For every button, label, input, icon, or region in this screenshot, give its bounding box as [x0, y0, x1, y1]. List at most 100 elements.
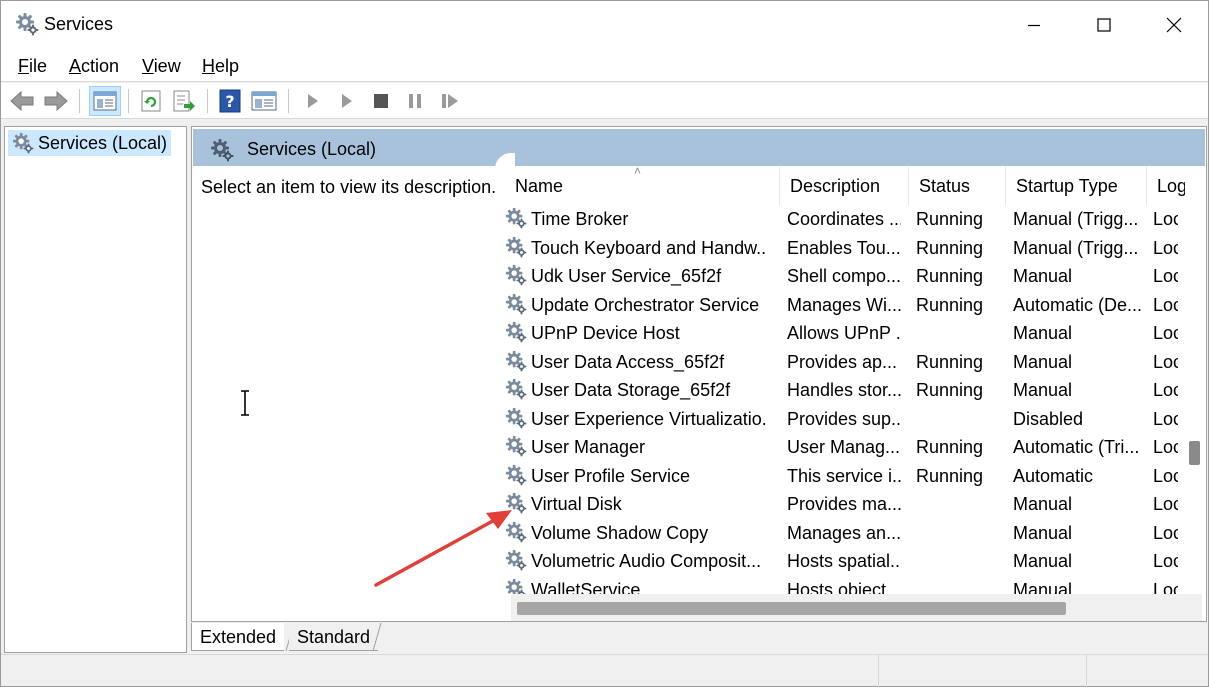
- column-header-status[interactable]: Status: [910, 167, 1006, 205]
- table-row[interactable]: User Data Access_65f2f Provides ap... Runn…: [498, 348, 1178, 377]
- service-name: Udk User Service_65f2f: [531, 266, 722, 286]
- export-list-icon: [173, 90, 195, 112]
- show-hide-console-tree-icon: [93, 91, 117, 111]
- service-gear-icon: [505, 378, 527, 405]
- toolbar-separator: [288, 89, 289, 113]
- column-header-description[interactable]: Description: [781, 167, 909, 205]
- table-row[interactable]: Volumetric Audio Composit... Hosts spatia…: [498, 547, 1178, 576]
- pause-service-button[interactable]: [402, 88, 428, 114]
- service-startup-type: Manual: [1013, 351, 1073, 372]
- menu-action-label: ction: [81, 56, 120, 76]
- table-row[interactable]: Virtual Disk Provides ma... Manual Loc: [498, 490, 1178, 519]
- help-button[interactable]: ?: [217, 88, 243, 114]
- service-description: Provides sup...: [787, 408, 901, 429]
- service-log-on-as: Loc: [1153, 209, 1178, 229]
- start-service-alt-button[interactable]: [334, 88, 360, 114]
- service-description: Hosts spatial...: [787, 551, 901, 571]
- maximize-icon: [1097, 18, 1111, 32]
- menu-action-accel: A: [69, 56, 82, 76]
- status-separator: [878, 655, 879, 687]
- service-description: Provides ap...: [787, 351, 898, 372]
- service-startup-type: Manual: [1013, 323, 1073, 343]
- table-row[interactable]: User Data Storage_65f2f Handles stor... Ru…: [498, 376, 1178, 405]
- start-service-button[interactable]: [300, 88, 326, 114]
- service-startup-type: Automatic (Tri...: [1013, 437, 1140, 457]
- maximize-button[interactable]: [1069, 1, 1139, 49]
- table-row[interactable]: User Experience Virtualizatio... Provides…: [498, 405, 1178, 434]
- vertical-scrollbar[interactable]: [1185, 167, 1202, 594]
- forward-icon: [44, 90, 68, 112]
- services-gear-icon: [210, 138, 234, 167]
- annotation-arrow-icon: [374, 510, 512, 587]
- menu-view-label: iew: [153, 56, 181, 76]
- service-gear-icon: [505, 435, 527, 462]
- service-status: Running: [916, 465, 984, 486]
- table-row[interactable]: Update Orchestrator Service Manages Wi...…: [498, 291, 1178, 320]
- menu-help[interactable]: Help: [202, 56, 239, 77]
- minimize-button[interactable]: [999, 1, 1069, 49]
- service-name: Volume Shadow Copy: [531, 522, 709, 543]
- title-bar: Services: [1, 1, 1208, 49]
- status-separator: [1086, 655, 1087, 687]
- tab-extended[interactable]: Extended: [191, 623, 285, 651]
- table-row[interactable]: Touch Keyboard and Handw... Enables Tou..…: [498, 234, 1178, 263]
- service-gear-icon: [505, 264, 527, 291]
- services-gear-icon: [15, 12, 39, 36]
- service-description: Coordinates ...: [787, 209, 901, 229]
- view-tabs: Extended Standard: [191, 623, 1207, 651]
- horizontal-scroll-thumb[interactable]: [517, 602, 1066, 615]
- column-header-startup-type[interactable]: Startup Type: [1007, 167, 1147, 205]
- column-header-log-on-as[interactable]: Log: [1148, 167, 1188, 205]
- description-prompt: Select an item to view its description.: [201, 177, 497, 197]
- service-status: Running: [916, 266, 984, 286]
- close-button[interactable]: [1139, 1, 1209, 49]
- close-icon: [1166, 17, 1182, 33]
- start-service-icon: [308, 94, 318, 108]
- menu-action[interactable]: Action: [69, 56, 119, 77]
- service-gear-icon: [505, 464, 527, 491]
- service-startup-type: Automatic (De...: [1013, 294, 1141, 315]
- service-gear-icon: [505, 407, 527, 434]
- vertical-scroll-thumb[interactable]: [1189, 441, 1200, 466]
- service-startup-type: Manual: [1013, 266, 1073, 286]
- forward-button[interactable]: [43, 88, 69, 114]
- toolbar-separator: [207, 89, 208, 113]
- horizontal-scrollbar[interactable]: [511, 594, 1185, 621]
- service-description: Enables Tou...: [787, 237, 901, 258]
- properties-button[interactable]: [251, 88, 277, 114]
- table-row[interactable]: User Manager User Manag... Running Automati…: [498, 433, 1178, 462]
- tree-item-services-local[interactable]: Services (Local): [8, 130, 172, 156]
- service-description: Manages Wi...: [787, 294, 901, 315]
- table-row[interactable]: User Profile Service This service i... Run…: [498, 462, 1178, 491]
- pause-service-icon: [409, 94, 421, 108]
- tab-standard[interactable]: Standard: [289, 623, 379, 651]
- table-row[interactable]: Time Broker Coordinates ... Running Manual …: [498, 205, 1178, 234]
- menu-view-accel: V: [142, 56, 154, 76]
- back-button[interactable]: [9, 88, 35, 114]
- column-header-name[interactable]: ˄ Name: [506, 167, 780, 205]
- stop-service-button[interactable]: [368, 88, 394, 114]
- refresh-icon: [141, 90, 161, 112]
- menu-view[interactable]: View: [142, 56, 181, 77]
- table-row[interactable]: Udk User Service_65f2f Shell compo... Runn…: [498, 262, 1178, 291]
- table-row[interactable]: Volume Shadow Copy Manages an... Manual Loc: [498, 519, 1178, 548]
- service-name: Touch Keyboard and Handw...: [531, 237, 767, 258]
- toolbar-separator: [79, 89, 80, 113]
- menu-file[interactable]: File: [18, 56, 47, 77]
- service-log-on-as: Loc: [1153, 522, 1178, 543]
- table-row[interactable]: UPnP Device Host Allows UPnP ... Manual Loc: [498, 319, 1178, 348]
- service-status: Running: [916, 437, 984, 457]
- service-description: Allows UPnP ...: [787, 323, 901, 343]
- service-name: Virtual Disk: [531, 494, 622, 514]
- toolbar: ?: [1, 83, 1208, 119]
- service-log-on-as: Loc: [1153, 294, 1178, 315]
- service-status: [916, 490, 1000, 518]
- services-list: ˄ Name Description Status Startup Type L…: [498, 167, 1202, 621]
- export-list-button[interactable]: [171, 88, 197, 114]
- restart-service-button[interactable]: [437, 88, 463, 114]
- refresh-button[interactable]: [138, 88, 164, 114]
- service-name: Update Orchestrator Service: [531, 294, 760, 315]
- show-hide-console-tree-button[interactable]: [89, 86, 121, 116]
- service-name: User Profile Service: [531, 465, 691, 486]
- services-window: Services File Action View Help ? Service…: [0, 0, 1209, 687]
